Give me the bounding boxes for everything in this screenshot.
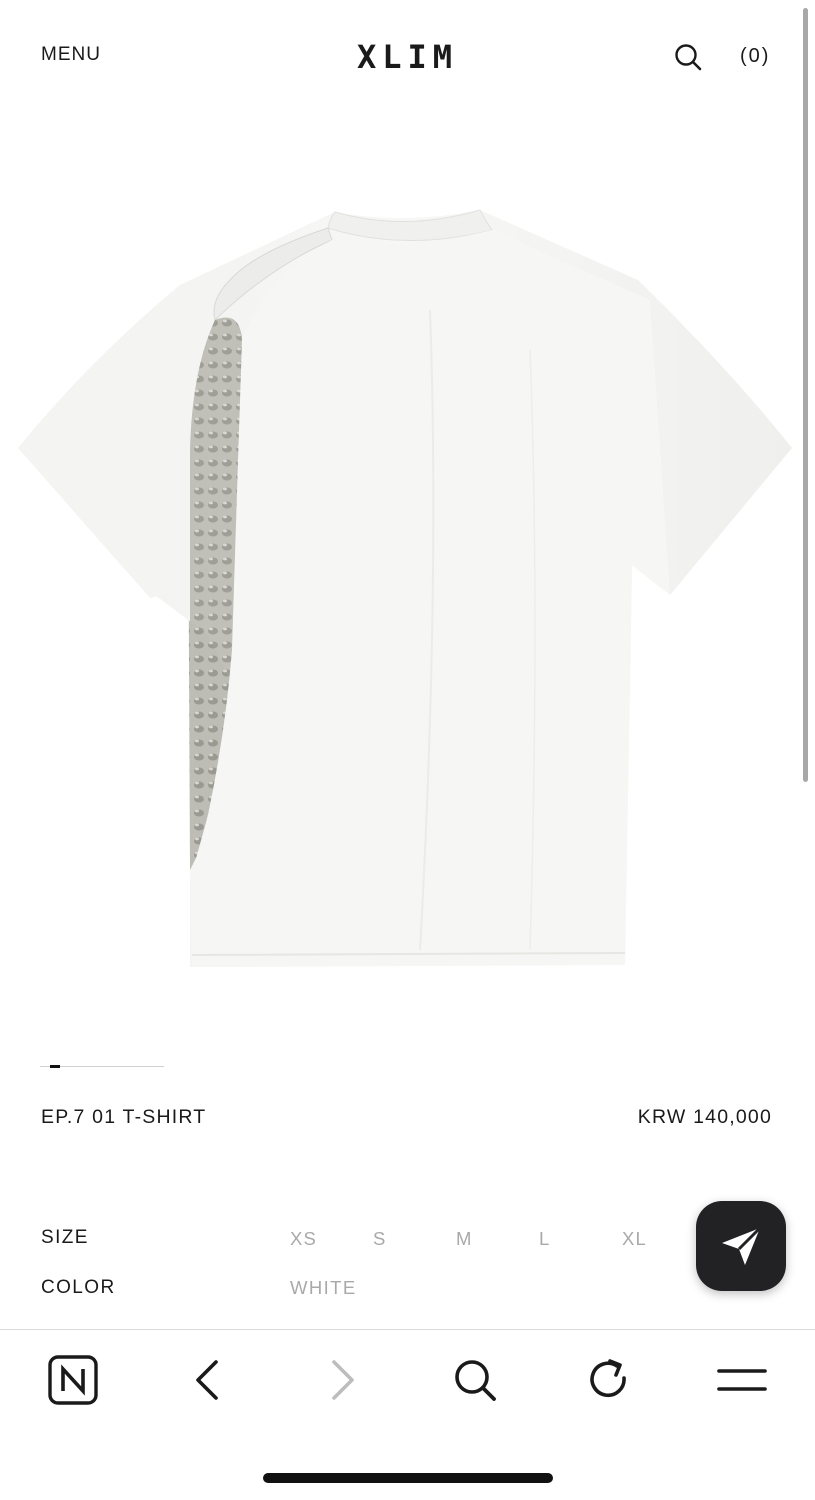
size-option-xl[interactable]: XL <box>622 1228 647 1250</box>
size-label: SIZE <box>41 1227 89 1248</box>
send-icon <box>722 1226 762 1265</box>
carousel-indicator[interactable] <box>40 1065 164 1068</box>
product-price: KRW 140,000 <box>637 1106 772 1128</box>
home-indicator[interactable] <box>263 1473 553 1483</box>
size-option-xs[interactable]: XS <box>290 1228 317 1250</box>
naver-icon[interactable] <box>45 1352 101 1408</box>
cart-button[interactable]: (0) <box>740 45 770 68</box>
size-option-m[interactable]: M <box>456 1228 473 1250</box>
product-image[interactable] <box>10 190 805 990</box>
send-button[interactable] <box>696 1201 786 1291</box>
size-option-l[interactable]: L <box>539 1228 551 1250</box>
search-icon[interactable] <box>447 1352 503 1408</box>
color-label: COLOR <box>41 1277 116 1298</box>
menu-icon[interactable] <box>714 1352 770 1408</box>
size-option-s[interactable]: S <box>373 1228 387 1250</box>
back-icon[interactable] <box>180 1352 236 1408</box>
header: MENU XLIM (0) <box>0 0 815 110</box>
carousel-active-dot <box>50 1065 60 1068</box>
search-icon[interactable] <box>673 42 703 72</box>
forward-icon[interactable] <box>314 1352 370 1408</box>
color-option-white[interactable]: WHITE <box>290 1277 357 1299</box>
reload-icon[interactable] <box>580 1352 636 1408</box>
product-name: EP.7 01 T-SHIRT <box>41 1106 207 1128</box>
